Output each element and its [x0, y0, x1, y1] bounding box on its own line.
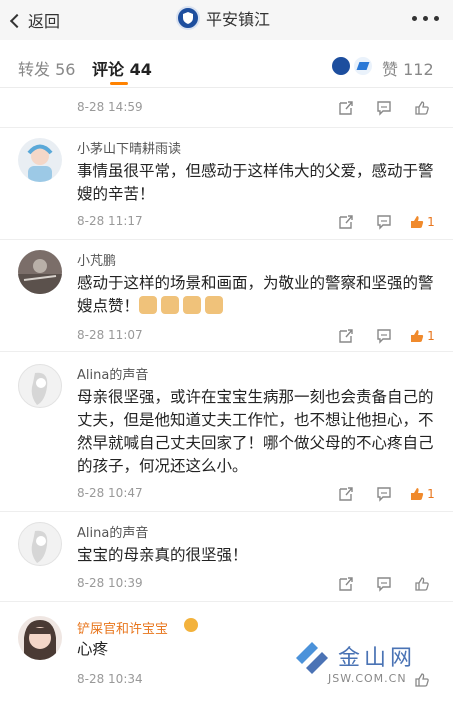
liker-avatars[interactable] — [330, 55, 374, 77]
like-button[interactable]: 1 — [403, 212, 441, 232]
comment-item: 小茅山下晴耕雨读 事情虽很平常，但感动于这样伟大的父爱，感动于警嫂的辛苦！ 8-… — [0, 128, 453, 240]
jsw-watermark: 金山网 JSW.COM.CN — [288, 632, 448, 692]
chevron-left-icon — [9, 13, 25, 28]
watermark-url: JSW.COM.CN — [328, 672, 407, 685]
comment-text: 宝宝的母亲真的很坚强！ — [77, 546, 248, 564]
avatar[interactable] — [18, 250, 62, 294]
tab-likes[interactable]: 赞 112 — [382, 56, 434, 80]
reply-icon[interactable] — [365, 574, 403, 594]
active-tab-indicator — [110, 82, 128, 85]
police-badge-icon — [176, 6, 200, 30]
share-icon[interactable] — [327, 574, 365, 594]
comment-time: 8-28 14:59 — [77, 100, 143, 114]
tab-bar: 转发 56 评论 44 赞 112 — [0, 42, 453, 88]
thumbs-up-emoji-icon — [161, 296, 180, 314]
comment-actions — [327, 98, 441, 118]
avatar[interactable] — [18, 522, 62, 566]
share-icon[interactable] — [327, 212, 365, 232]
reply-icon[interactable] — [365, 212, 403, 232]
comment-actions — [327, 574, 441, 594]
comment-time: 8-28 11:17 — [77, 214, 143, 228]
comment-text: 感动于这样的场景和画面，为敬业的警察和坚强的警嫂点赞！ — [77, 272, 437, 318]
comment-username[interactable]: 小茅山下晴耕雨读 — [77, 138, 181, 157]
share-icon[interactable] — [327, 484, 365, 504]
tab-repost[interactable]: 转发 56 — [18, 56, 75, 80]
thumbs-up-emoji-icon — [183, 296, 202, 314]
comment-text: 事情虽很平常，但感动于这样伟大的父爱，感动于警嫂的辛苦！ — [77, 162, 434, 203]
like-icon[interactable] — [403, 574, 441, 594]
comment-item: 8-28 14:59 — [0, 88, 453, 128]
like-count: 1 — [427, 487, 435, 501]
reply-icon[interactable] — [365, 326, 403, 346]
like-icon[interactable] — [403, 98, 441, 118]
comment-username[interactable]: 铲屎官和许宝宝 — [77, 618, 168, 637]
jsw-logo-icon — [296, 642, 328, 674]
avatar — [352, 55, 374, 77]
share-icon[interactable] — [327, 98, 365, 118]
like-count: 1 — [427, 215, 435, 229]
comment-actions: 1 — [327, 326, 441, 346]
like-button[interactable]: 1 — [403, 484, 441, 504]
comment-item: Alina的声音 母亲很坚强，或许在宝宝生病那一刻也会责备自己的丈夫，但是他知道… — [0, 352, 453, 512]
comment-time: 8-28 10:34 — [77, 672, 143, 686]
comment-time: 8-28 10:39 — [77, 576, 143, 590]
comment-username[interactable]: Alina的声音 — [77, 364, 148, 383]
reply-icon[interactable] — [365, 98, 403, 118]
comment-item: 小芃鹏 感动于这样的场景和画面，为敬业的警察和坚强的警嫂点赞！ 8-28 11:… — [0, 240, 453, 352]
comment-time: 8-28 10:47 — [77, 486, 143, 500]
avatar — [330, 55, 352, 77]
back-label: 返回 — [28, 12, 61, 31]
account-title[interactable]: 平安镇江 — [176, 6, 270, 30]
page-title: 平安镇江 — [206, 10, 271, 29]
reply-icon[interactable] — [365, 484, 403, 504]
watermark-name: 金山网 — [338, 646, 417, 671]
top-nav-bar: 返回 平安镇江 — [0, 0, 453, 40]
back-button[interactable]: 返回 — [9, 8, 61, 32]
avatar[interactable] — [18, 616, 62, 660]
like-button[interactable]: 1 — [403, 326, 441, 346]
comment-text-body: 感动于这样的场景和画面，为敬业的警察和坚强的警嫂点赞！ — [77, 274, 434, 315]
avatar[interactable] — [18, 364, 62, 408]
comment-item: Alina的声音 宝宝的母亲真的很坚强！ 8-28 10:39 — [0, 512, 453, 602]
weibo-comments-page: 返回 平安镇江 转发 56 评论 44 赞 112 8-28 14:59 小茅山… — [0, 0, 453, 708]
comment-username[interactable]: 小芃鹏 — [77, 250, 116, 269]
more-options-icon[interactable] — [412, 16, 439, 21]
comment-text: 母亲很坚强，或许在宝宝生病那一刻也会责备自己的丈夫，但是他知道丈夫工作忙，也不想… — [77, 388, 434, 475]
comment-actions: 1 — [327, 212, 441, 232]
comment-username[interactable]: Alina的声音 — [77, 522, 148, 541]
avatar[interactable] — [18, 138, 62, 182]
thumbs-up-emoji-icon — [139, 296, 158, 314]
comment-actions: 1 — [327, 484, 441, 504]
tab-comment[interactable]: 评论 44 — [92, 56, 152, 80]
member-badge-icon — [184, 618, 198, 632]
like-count: 1 — [427, 329, 435, 343]
thumbs-up-emoji-icon — [205, 296, 224, 314]
share-icon[interactable] — [327, 326, 365, 346]
comment-time: 8-28 11:07 — [77, 328, 143, 342]
